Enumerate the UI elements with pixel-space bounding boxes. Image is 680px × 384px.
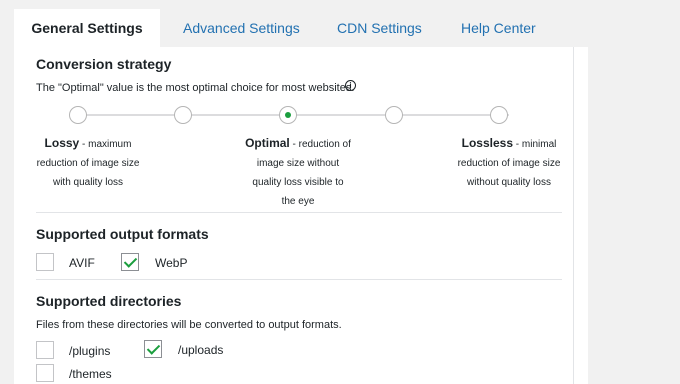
tab-cdn-settings[interactable]: CDN Settings <box>314 9 445 47</box>
uploads-label: /uploads <box>178 343 224 357</box>
option-name: Lossless <box>461 136 514 150</box>
webp-checkbox[interactable] <box>121 253 139 271</box>
option-desc-line: reduction of image size <box>457 158 561 169</box>
strategy-option-lossless: Lossless - minimal reduction of image si… <box>439 134 579 192</box>
uploads-checkbox[interactable] <box>144 340 162 358</box>
tab-help-center[interactable]: Help Center <box>438 9 559 47</box>
strategy-option-lossy: Lossy - maximum reduction of image size … <box>18 134 158 192</box>
output-formats-title: Supported output formats <box>36 226 209 242</box>
option-dash: - <box>513 139 522 150</box>
strategy-step-5[interactable] <box>490 106 508 124</box>
themes-checkbox[interactable] <box>36 364 54 382</box>
section-divider <box>36 279 562 280</box>
themes-label: /themes <box>69 367 112 381</box>
avif-label: AVIF <box>69 256 95 270</box>
conversion-strategy-description: The "Optimal" value is the most optimal … <box>36 82 355 94</box>
directories-title: Supported directories <box>36 293 182 309</box>
option-desc-line: quality loss visible to <box>252 177 344 188</box>
conversion-strategy-title: Conversion strategy <box>36 56 172 72</box>
webp-label: WebP <box>155 256 188 270</box>
avif-checkbox[interactable] <box>36 253 54 271</box>
strategy-step-3[interactable] <box>279 106 297 124</box>
section-divider <box>36 212 562 213</box>
plugins-checkbox[interactable] <box>36 341 54 359</box>
option-desc-line: reduction of <box>298 139 351 150</box>
strategy-step-2[interactable] <box>174 106 192 124</box>
settings-panel: Conversion strategy The "Optimal" value … <box>14 47 588 384</box>
option-desc-line: image size without <box>256 158 340 169</box>
option-desc-line: without quality loss <box>467 177 551 188</box>
info-icon[interactable]: i <box>345 80 356 91</box>
option-name: Lossy <box>44 136 80 150</box>
tab-advanced-settings[interactable]: Advanced Settings <box>160 9 323 47</box>
option-desc-line: minimal <box>521 139 557 150</box>
plugins-label: /plugins <box>69 344 111 358</box>
option-desc-line: with quality loss <box>52 177 124 188</box>
option-desc-line: reduction of image size <box>36 158 140 169</box>
strategy-step-4[interactable] <box>385 106 403 124</box>
settings-tabs: General Settings Advanced Settings CDN S… <box>14 9 536 47</box>
option-desc-line: maximum <box>88 139 132 150</box>
strategy-option-optimal: Optimal - reduction of image size withou… <box>228 134 368 211</box>
option-dash: - <box>289 139 299 150</box>
strategy-step-1[interactable] <box>69 106 87 124</box>
option-dash: - <box>79 139 89 150</box>
option-name: Optimal <box>245 136 290 150</box>
directories-description: Files from these directories will be con… <box>36 319 342 331</box>
tab-general-settings[interactable]: General Settings <box>14 9 160 47</box>
option-desc-line: the eye <box>281 196 315 207</box>
settings-panel-content: Conversion strategy The "Optimal" value … <box>26 47 574 384</box>
